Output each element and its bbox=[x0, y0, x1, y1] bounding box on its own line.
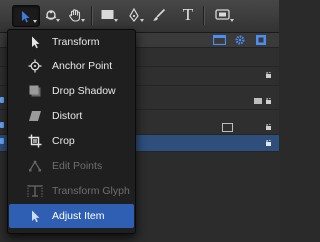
lock-icon[interactable] bbox=[266, 72, 273, 78]
chevron-down-icon bbox=[81, 19, 85, 22]
shape-tool-button[interactable] bbox=[96, 5, 120, 25]
chevron-down-icon bbox=[114, 19, 118, 22]
menu-item-label: Edit Points bbox=[52, 160, 103, 172]
text-icon: T bbox=[182, 5, 194, 24]
menu-item-anchor-point[interactable]: Anchor Point bbox=[9, 54, 134, 78]
menu-item-transform-glyph: Transform Glyph bbox=[9, 179, 134, 203]
anchor-point-icon bbox=[28, 59, 42, 73]
menu-item-transform[interactable]: Transform bbox=[9, 30, 134, 54]
menu-item-adjust-item[interactable]: Adjust Item bbox=[9, 204, 134, 228]
text-tool-button[interactable]: T bbox=[175, 5, 201, 25]
crop-icon bbox=[28, 134, 42, 148]
paintbrush-icon bbox=[153, 8, 166, 21]
view-toggle-icon[interactable] bbox=[213, 35, 226, 45]
orbit-tool-button[interactable] bbox=[40, 5, 62, 25]
transform-glyph-icon bbox=[27, 185, 43, 197]
drop-shadow-icon bbox=[29, 85, 41, 97]
lock-icon[interactable] bbox=[266, 98, 273, 104]
pan-tool-button[interactable] bbox=[63, 5, 87, 25]
menu-item-label: Transform Glyph bbox=[52, 185, 130, 197]
menu-item-label: Anchor Point bbox=[52, 60, 113, 72]
menu-item-edit-points: Edit Points bbox=[9, 154, 134, 178]
layer-options-icon[interactable] bbox=[254, 98, 262, 104]
menu-item-crop[interactable]: Crop bbox=[9, 129, 134, 153]
menu-item-label: Drop Shadow bbox=[52, 85, 116, 97]
select-transform-tool-button[interactable] bbox=[12, 5, 40, 27]
paint-stroke-tool-button[interactable] bbox=[148, 5, 170, 25]
arrow-pointer-icon bbox=[32, 36, 40, 49]
filter-icon[interactable] bbox=[256, 35, 266, 45]
distort-icon bbox=[29, 111, 41, 121]
mask-tool-button[interactable] bbox=[209, 5, 236, 25]
menu-item-drop-shadow[interactable]: Drop Shadow bbox=[9, 79, 134, 103]
edit-points-icon bbox=[29, 160, 41, 172]
chevron-down-icon bbox=[230, 19, 234, 22]
rectangle-icon bbox=[101, 10, 114, 19]
disclosure-icon[interactable] bbox=[0, 97, 4, 103]
layer-thumbnail-icon bbox=[222, 123, 233, 132]
bezier-tool-button[interactable] bbox=[122, 5, 146, 25]
arrow-pointer-icon bbox=[32, 210, 40, 223]
menu-item-label: Crop bbox=[52, 135, 75, 147]
lock-icon[interactable] bbox=[266, 124, 273, 130]
arrow-pointer-icon bbox=[22, 10, 30, 22]
disclosure-icon[interactable] bbox=[0, 122, 4, 128]
gear-icon[interactable] bbox=[235, 35, 245, 45]
tool-dropdown-menu: Transform Anchor Point Drop Shadow Disto… bbox=[7, 29, 136, 234]
menu-item-label: Distort bbox=[52, 110, 83, 122]
chevron-down-icon bbox=[140, 19, 144, 22]
lock-icon[interactable] bbox=[266, 140, 273, 146]
toolbar-separator bbox=[203, 6, 205, 25]
hand-icon bbox=[69, 9, 81, 22]
menu-item-label: Adjust Item bbox=[52, 210, 105, 222]
pen-icon bbox=[129, 8, 139, 22]
menu-item-distort[interactable]: Distort bbox=[9, 104, 134, 128]
mask-rectangle-icon bbox=[214, 9, 230, 20]
toolbar-separator bbox=[91, 6, 93, 25]
chevron-down-icon bbox=[56, 19, 60, 22]
menu-item-label: Transform bbox=[52, 36, 100, 48]
disclosure-icon[interactable] bbox=[0, 138, 4, 144]
chevron-down-icon bbox=[33, 20, 37, 23]
